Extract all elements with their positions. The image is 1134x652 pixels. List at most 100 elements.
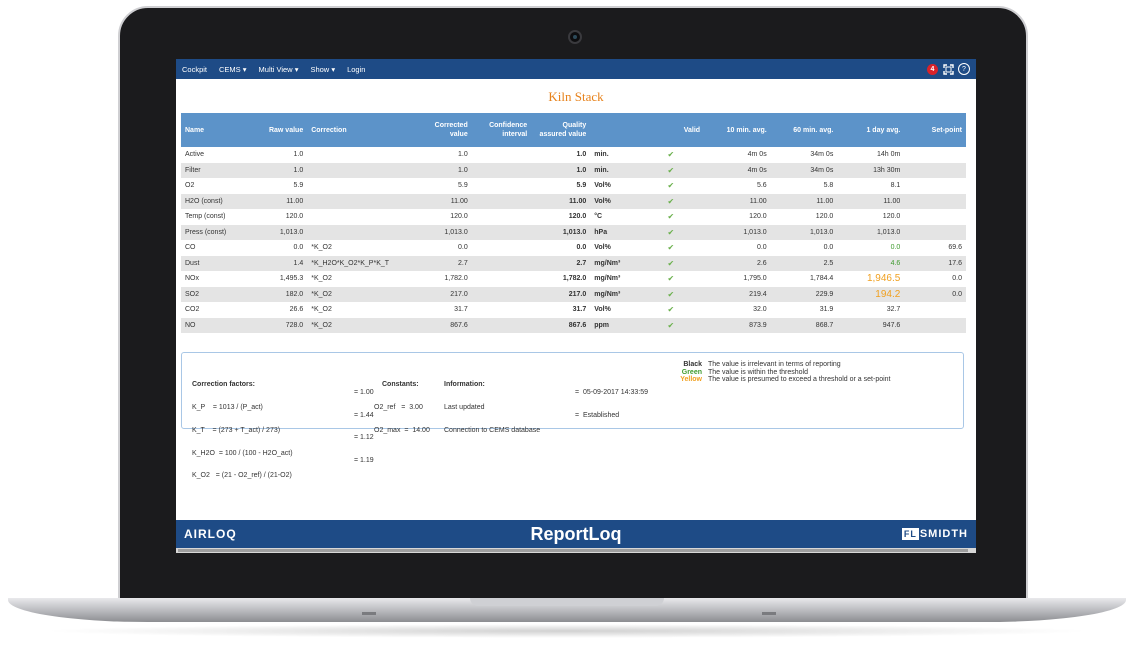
horizontal-scrollbar[interactable]	[176, 548, 976, 553]
cell-corrected-value: 0.0	[458, 244, 468, 252]
cell-10-min-avg: 1,795.0	[743, 275, 767, 283]
cell-set-point	[904, 162, 966, 178]
correction-value: = 1.19	[354, 457, 374, 465]
nav-show[interactable]: Show ▾	[310, 65, 335, 74]
legend-item: Green The value is within the threshold	[672, 369, 891, 377]
constant-line: O2_max = 14.00	[374, 426, 430, 434]
cell-correction: *K_O2	[307, 286, 415, 302]
flsmidth-logo-text: SMIDTH	[919, 528, 968, 540]
cell-quality-assured: 217.0	[531, 286, 591, 302]
legend-item: Black The value is irrelevant in terms of…	[672, 361, 891, 369]
legend-item: Yellow The value is presumed to exceed a …	[672, 376, 890, 384]
flsmidth-logo-box: FL	[901, 528, 919, 540]
laptop-foot	[762, 612, 776, 615]
cell-unit: Vol%	[594, 182, 611, 190]
information: Information: Last updated Connection to …	[444, 366, 540, 450]
nav-right-tools: 4 ?	[927, 63, 970, 75]
cell-1-day-avg: 194.2	[837, 286, 905, 302]
cell-confidence-interval	[471, 224, 532, 240]
fullscreen-icon[interactable]	[942, 63, 954, 75]
cell-set-point	[904, 317, 966, 333]
cell-raw-value: 120.0	[285, 213, 304, 221]
cell-unit: hPa	[590, 224, 638, 240]
cell-confidence-interval	[472, 240, 531, 256]
cell-name: CO	[185, 244, 196, 252]
table-row: CO 0.0 *K_O2 0.0 0.0 Vol% ✔ 0.0 0.0 0.0 69.6	[181, 240, 966, 256]
nav-label: Show	[310, 64, 330, 74]
cell-1-day-avg: 14h 0m	[876, 151, 901, 159]
cell-raw-value: 11.00	[250, 193, 308, 209]
cell-correction	[307, 193, 415, 209]
col-corrected-value: Corrected value	[414, 113, 472, 147]
cell-set-point	[904, 302, 966, 318]
checkmark-icon: ✔	[667, 274, 675, 284]
cell-name: O2	[185, 182, 195, 190]
cell-1-day-avg: 11.00	[837, 193, 905, 209]
cell-confidence-interval	[472, 178, 531, 194]
help-icon[interactable]: ?	[958, 63, 970, 75]
legend-text: The value is within the threshold	[708, 368, 808, 376]
cell-correction: *K_O2	[307, 317, 415, 333]
table-row: NO 728.0 *K_O2 867.6 867.6 ppm ✔ 873.9 868.7 947.…	[181, 317, 966, 333]
cell-unit: mg/Nm³	[594, 275, 621, 283]
correction-line: K_H2O = 100 / (100 - H2O_act)	[192, 449, 293, 457]
correction-values: = 1.00 = 1.44 = 1.12 = 1.19	[354, 374, 374, 480]
correction-factors: Correction factors: K_P = 1013 / (P_act)…	[192, 366, 293, 495]
checkmark-icon: ✔	[667, 165, 675, 175]
cell-60-min-avg: 5.8	[823, 182, 834, 190]
information-values: = 05-09-2017 14:33:59 = Established	[575, 374, 648, 435]
cell-raw-value: 0.0	[293, 244, 304, 252]
nav-multi-view[interactable]: Multi View ▾	[259, 65, 299, 74]
col-raw-value: Raw value	[250, 113, 308, 147]
cell-correction	[307, 224, 415, 240]
cell-60-min-avg: 1,013.0	[770, 224, 838, 240]
cell-correction	[307, 178, 414, 194]
cell-1-day-avg: 0.0	[890, 244, 901, 252]
cell-corrected-value: 11.00	[414, 193, 472, 209]
col-10-min-avg: 10 min. avg.	[704, 113, 771, 147]
checkmark-icon: ✔	[667, 289, 675, 299]
col-name: Name	[181, 113, 251, 147]
col-set-point: Set-point	[904, 113, 966, 147]
cell-1-day-avg: 13h 30m	[837, 162, 905, 178]
cell-corrected-value: 217.0	[414, 286, 472, 302]
nav-login[interactable]: Login	[347, 65, 365, 74]
notification-badge[interactable]: 4	[927, 63, 938, 75]
cell-quality-assured: 1.0	[576, 151, 587, 159]
correction-title: Correction factors:	[192, 381, 256, 389]
cell-name: Dust	[181, 255, 251, 271]
cell-set-point: 17.6	[904, 255, 966, 271]
chevron-down-icon: ▾	[242, 64, 247, 74]
table-row: Press (const) 1,013.0 1,013.0 1,013.0 hPa ✔ 1,…	[181, 224, 966, 240]
nav-cockpit[interactable]: Cockpit	[182, 65, 207, 74]
checkmark-icon: ✔	[667, 258, 675, 268]
checkmark-icon: ✔	[667, 305, 675, 315]
cell-name: Press (const)	[181, 224, 251, 240]
info-panel: Correction factors: K_P = 1013 / (P_act)…	[181, 352, 964, 479]
cell-corrected-value: 2.7	[414, 255, 472, 271]
cell-unit: mg/Nm³	[590, 255, 638, 271]
cell-confidence-interval	[471, 162, 532, 178]
constants: Constants: O2_ref = 3.00 O2_max = 14.00	[374, 366, 430, 450]
information-value: = 05-09-2017 14:33:59	[575, 388, 648, 396]
nav-cems[interactable]: CEMS ▾	[219, 65, 247, 74]
col-confidence-interval: Confidence interval	[471, 113, 532, 147]
cell-valid: ✔	[637, 286, 705, 302]
legend-label: Yellow	[680, 376, 702, 384]
page-title: Kiln Stack	[548, 89, 604, 104]
table-row: SO2 182.0 *K_O2 217.0 217.0 mg/Nm³ ✔ 219.4 229.9…	[181, 286, 966, 302]
scrollbar-thumb[interactable]	[178, 549, 968, 552]
col-valid: Valid	[637, 113, 705, 147]
cell-10-min-avg: 32.0	[753, 306, 767, 314]
nav-label: Multi View	[258, 64, 293, 74]
cell-raw-value: 26.6	[289, 306, 304, 314]
col-unit	[590, 113, 638, 147]
table-row: Active 1.0 1.0 1.0 min. ✔ 4m 0s 34m 0s 14h 0m	[181, 147, 966, 163]
cell-1-day-avg: 8.1	[890, 182, 901, 190]
chevron-down-icon: ▾	[294, 64, 299, 74]
cell-set-point: 69.6	[948, 244, 962, 252]
table-row: Dust 1.4 *K_H2O*K_O2*K_P*K_T 2.7 2.7 mg/Nm³ ✔ 2…	[181, 255, 966, 271]
chevron-down-icon: ▾	[331, 64, 336, 74]
col-1-day-avg: 1 day avg.	[837, 113, 905, 147]
cell-60-min-avg: 229.9	[770, 286, 838, 302]
